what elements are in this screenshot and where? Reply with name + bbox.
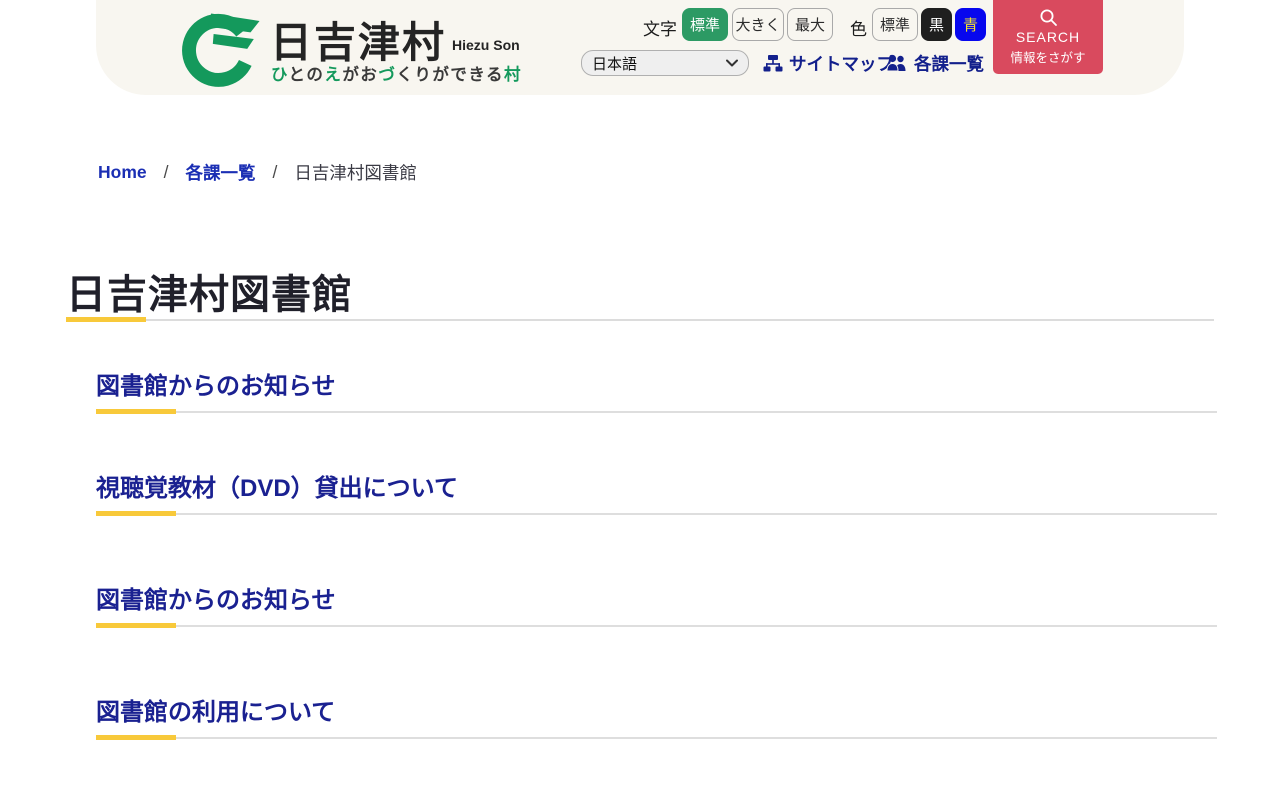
- language-select[interactable]: 日本語: [581, 50, 749, 76]
- section-library-news-2: 図書館からのお知らせ: [96, 586, 1217, 628]
- section-divider: [96, 623, 1217, 628]
- section-link[interactable]: 図書館の利用について: [96, 698, 1217, 728]
- sitemap-link[interactable]: サイトマップ: [763, 50, 894, 76]
- village-emblem-icon: [182, 13, 260, 87]
- section-dvd-lending: 視聴覚教材（DVD）貸出について: [96, 474, 1217, 516]
- site-logo-link[interactable]: 日吉津村 Hiezu Son ひとのえがおづくりができる村: [178, 5, 628, 91]
- page-title: 日吉津村図書館: [66, 273, 353, 317]
- page: 日吉津村 Hiezu Son ひとのえがおづくりができる村 文字 標準 大きく …: [0, 0, 1280, 800]
- section-divider: [96, 511, 1217, 516]
- color-scheme-label: 色: [850, 20, 867, 39]
- department-list-link-label: 各課一覧: [914, 53, 984, 74]
- section-divider: [96, 409, 1217, 414]
- search-button[interactable]: SEARCH 情報をさがす: [993, 0, 1103, 74]
- breadcrumb-current-page: 日吉津村図書館: [294, 163, 417, 183]
- site-header: 日吉津村 Hiezu Son ひとのえがおづくりができる村 文字 標準 大きく …: [96, 0, 1184, 95]
- breadcrumb-separator: /: [163, 162, 169, 182]
- section-library-news-1: 図書館からのお知らせ: [96, 372, 1217, 414]
- site-tagline: ひとのえがおづくりができる村: [271, 66, 523, 84]
- breadcrumb-home-link[interactable]: Home: [98, 162, 147, 183]
- section-library-usage: 図書館の利用について: [96, 698, 1217, 740]
- title-divider: [66, 317, 1214, 323]
- search-button-sublabel: 情報をさがす: [1010, 51, 1086, 65]
- people-icon: [886, 54, 906, 72]
- section-link[interactable]: 視聴覚教材（DVD）貸出について: [96, 474, 1217, 504]
- section-divider: [96, 735, 1217, 740]
- font-size-large-button[interactable]: 大きく: [732, 8, 784, 41]
- section-link[interactable]: 図書館からのお知らせ: [96, 586, 1217, 616]
- breadcrumb-separator: /: [272, 162, 278, 182]
- search-icon: [1040, 9, 1057, 26]
- search-button-label: SEARCH: [1015, 29, 1081, 45]
- site-title-romaji: Hiezu Son: [452, 37, 520, 53]
- section-link[interactable]: 図書館からのお知らせ: [96, 372, 1217, 402]
- font-size-label: 文字: [643, 20, 677, 39]
- breadcrumb: Home / 各課一覧 / 日吉津村図書館: [98, 160, 417, 185]
- font-size-max-button[interactable]: 最大: [787, 8, 833, 41]
- divider-line: [66, 319, 1214, 321]
- divider-accent: [66, 317, 146, 322]
- color-standard-button[interactable]: 標準: [872, 8, 918, 41]
- language-select-value: 日本語: [592, 55, 638, 73]
- color-black-button[interactable]: 黒: [921, 8, 952, 41]
- department-list-link[interactable]: 各課一覧: [886, 50, 984, 76]
- chevron-down-icon: [726, 59, 738, 67]
- sitemap-link-label: サイトマップ: [789, 53, 894, 74]
- color-blue-button[interactable]: 青: [955, 8, 986, 41]
- font-size-standard-button[interactable]: 標準: [682, 8, 728, 41]
- sitemap-icon: [763, 55, 783, 72]
- breadcrumb-departments-link[interactable]: 各課一覧: [186, 160, 256, 185]
